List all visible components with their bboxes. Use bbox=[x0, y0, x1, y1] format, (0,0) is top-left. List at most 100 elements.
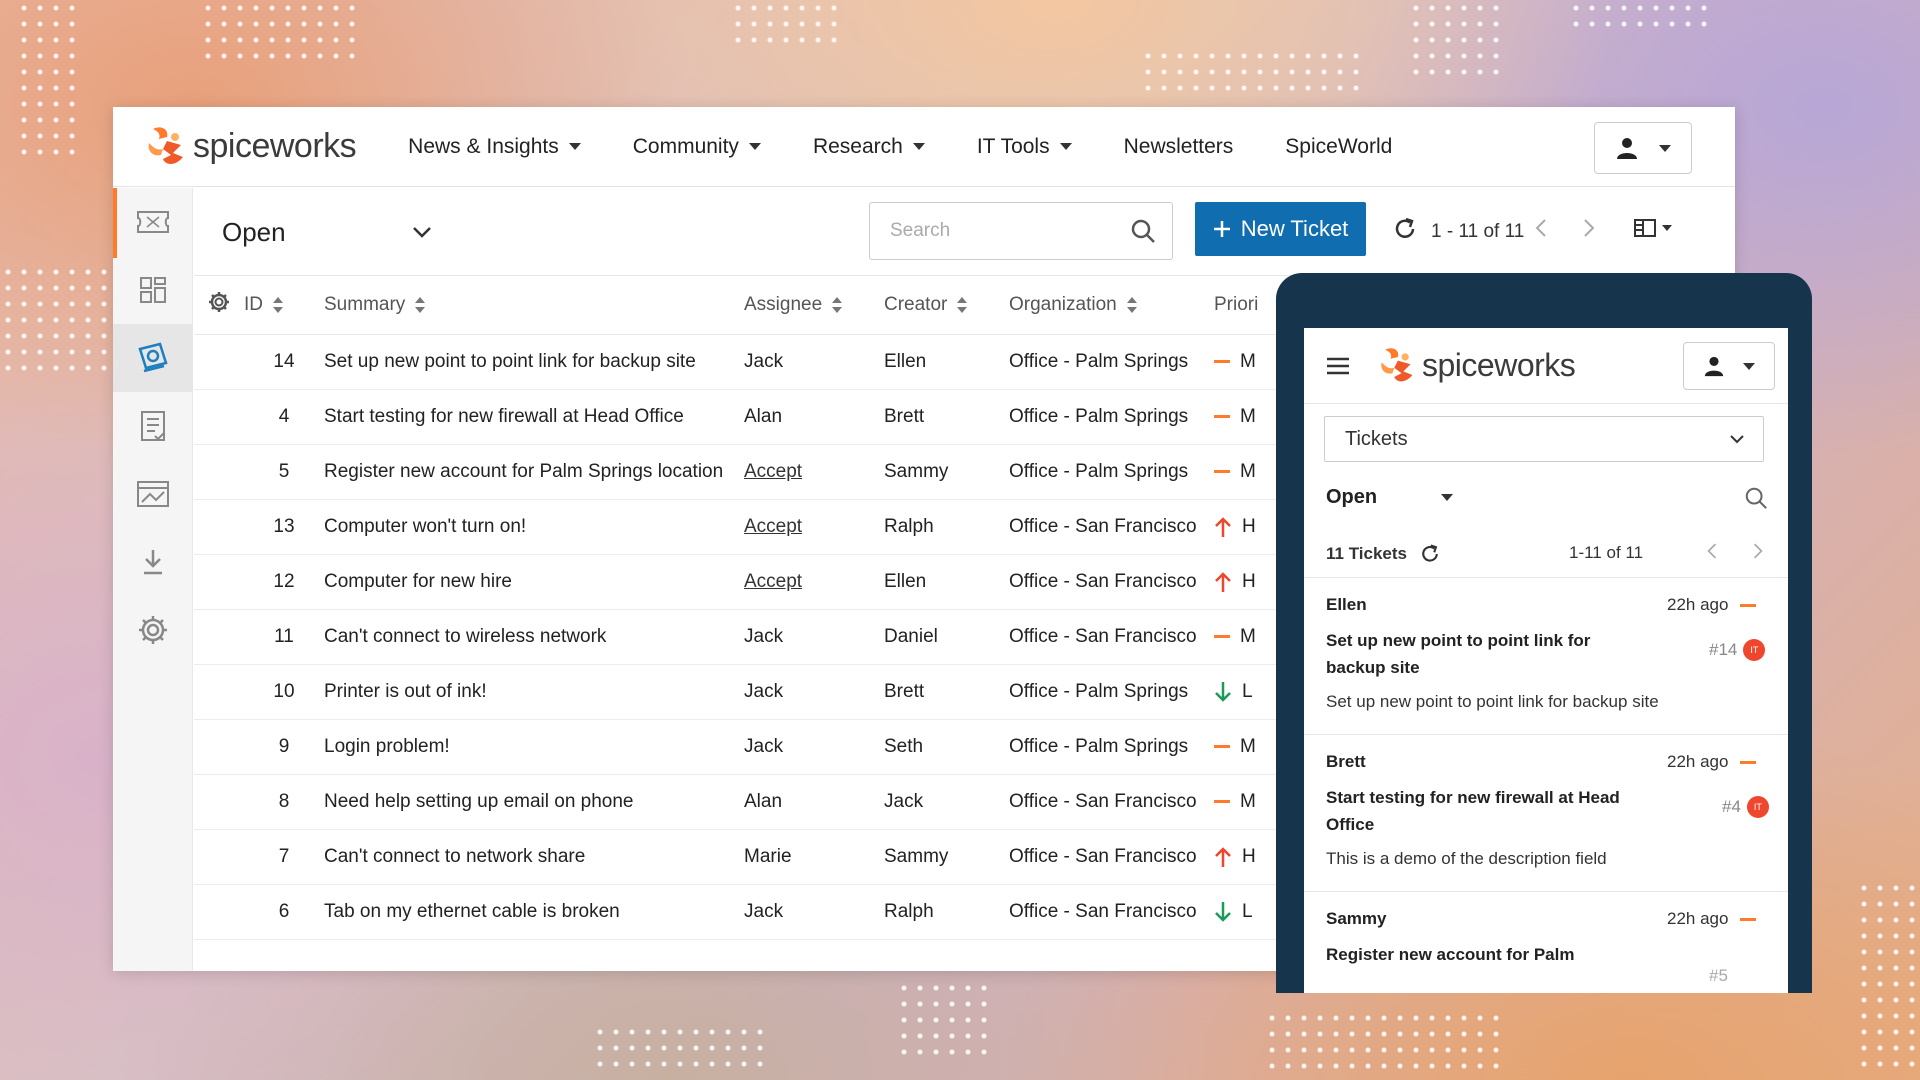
nav-research[interactable]: Research bbox=[813, 135, 925, 159]
sidebar-item-help-desk[interactable] bbox=[113, 324, 193, 392]
ticket-age-label: 22h ago bbox=[1667, 595, 1729, 614]
dot-pattern-top-center bbox=[200, 0, 360, 64]
ticket-summary[interactable]: Register new account for Palm Springs lo… bbox=[324, 444, 744, 500]
search-icon[interactable] bbox=[1744, 486, 1768, 510]
mobile-section-select[interactable]: Tickets bbox=[1324, 416, 1764, 462]
dot-pattern-bottom-right bbox=[1264, 1010, 1504, 1074]
refresh-icon[interactable] bbox=[1392, 216, 1418, 242]
user-menu-button[interactable] bbox=[1594, 122, 1692, 174]
ticket-organization: Office - Palm Springs bbox=[1009, 719, 1214, 775]
mobile-ticket-card[interactable]: Ellen 22h ago Set up new point to point … bbox=[1304, 579, 1788, 735]
row-spacer bbox=[194, 389, 244, 445]
priority-low-icon bbox=[1215, 901, 1231, 922]
gear-icon[interactable] bbox=[208, 291, 230, 313]
sort-icon bbox=[1126, 296, 1137, 313]
search-icon[interactable] bbox=[1130, 218, 1156, 244]
priority-letter: M bbox=[1240, 625, 1256, 647]
chevron-left-icon[interactable] bbox=[1534, 218, 1548, 238]
ticket-summary[interactable]: Computer won't turn on! bbox=[324, 499, 744, 555]
sidebar-item-settings[interactable] bbox=[113, 596, 193, 664]
priority-letter: M bbox=[1240, 460, 1256, 482]
ticket-summary[interactable]: Need help setting up email on phone bbox=[324, 774, 744, 830]
ticket-creator: Ralph bbox=[884, 884, 1009, 940]
ticket-organization: Office - Palm Springs bbox=[1009, 389, 1214, 445]
ticket-creator: Ellen bbox=[884, 334, 1009, 390]
mobile-ticket-card[interactable]: Sammy 22h ago Register new account for P… bbox=[1304, 893, 1788, 993]
mobile-logo-text: spiceworks bbox=[1422, 347, 1576, 383]
ticket-summary[interactable]: Start testing for new firewall at Head O… bbox=[324, 389, 744, 445]
ticket-assignee: Jack bbox=[744, 884, 884, 940]
row-spacer bbox=[194, 664, 244, 720]
accept-link[interactable]: Accept bbox=[744, 571, 802, 592]
ticket-summary[interactable]: Login problem! bbox=[324, 719, 744, 775]
ticket-summary[interactable]: Can't connect to wireless network bbox=[324, 609, 744, 665]
sort-icon bbox=[957, 296, 968, 313]
ticket-age-label: 22h ago bbox=[1667, 909, 1729, 928]
ticket-id: 6 bbox=[244, 884, 324, 940]
ticket-assignee[interactable]: Accept bbox=[744, 499, 884, 555]
ticket-summary[interactable]: Printer is out of ink! bbox=[324, 664, 744, 720]
mobile-user-menu-button[interactable] bbox=[1683, 342, 1775, 390]
chevron-right-icon[interactable] bbox=[1752, 542, 1764, 560]
ticket-summary[interactable]: Computer for new hire bbox=[324, 554, 744, 610]
search-input[interactable] bbox=[890, 220, 1110, 242]
sidebar-item-reports[interactable] bbox=[113, 392, 193, 460]
ticket-title: Register new account for Palm bbox=[1326, 945, 1575, 964]
sidebar-item-downloads[interactable] bbox=[113, 528, 193, 596]
ticket-creator: Seth bbox=[884, 719, 1009, 775]
nav-news-insights[interactable]: News & Insights bbox=[408, 135, 581, 159]
mobile-pager-text: 1-11 of 11 bbox=[1569, 543, 1644, 562]
chevron-right-icon[interactable] bbox=[1582, 218, 1596, 238]
spiceworks-logo[interactable]: spiceworks bbox=[145, 123, 357, 171]
ticket-id: 11 bbox=[244, 609, 324, 665]
column-settings-cell bbox=[194, 276, 244, 335]
column-header-id[interactable]: ID bbox=[244, 276, 324, 335]
chevron-left-icon[interactable] bbox=[1706, 542, 1718, 560]
nav-it-tools[interactable]: IT Tools bbox=[977, 135, 1072, 159]
refresh-icon[interactable] bbox=[1419, 543, 1441, 565]
ticket-assignee: Jack bbox=[744, 334, 884, 390]
ticket-title: Set up new point to point link for backu… bbox=[1326, 631, 1591, 677]
accept-link[interactable]: Accept bbox=[744, 516, 802, 537]
ticket-summary[interactable]: Tab on my ethernet cable is broken bbox=[324, 884, 744, 940]
mobile-spiceworks-logo[interactable]: spiceworks bbox=[1378, 344, 1576, 388]
chevron-down-icon bbox=[1730, 435, 1744, 444]
ticket-summary[interactable]: Set up new point to point link for backu… bbox=[324, 334, 744, 390]
sidebar-item-tickets[interactable] bbox=[113, 188, 193, 256]
column-header-organization[interactable]: Organization bbox=[1009, 276, 1214, 335]
top-navigation: spiceworks News & Insights Community Res… bbox=[113, 107, 1735, 187]
ticket-number: #4 IT bbox=[1722, 796, 1769, 818]
search-box[interactable] bbox=[869, 202, 1173, 260]
priority-medium-icon bbox=[1740, 917, 1757, 921]
column-header-creator[interactable]: Creator bbox=[884, 276, 1009, 335]
inventory-icon bbox=[137, 481, 169, 507]
column-header-summary-label: Summary bbox=[324, 293, 406, 315]
nav-community[interactable]: Community bbox=[633, 135, 761, 159]
plus-icon bbox=[1213, 221, 1230, 237]
accept-link[interactable]: Accept bbox=[744, 461, 802, 482]
mobile-view-label: Open bbox=[1326, 486, 1378, 508]
assignee-name: Jack bbox=[744, 680, 784, 702]
row-spacer bbox=[194, 774, 244, 830]
mobile-view-select[interactable]: Open bbox=[1326, 486, 1454, 509]
new-ticket-button[interactable]: New Ticket bbox=[1195, 202, 1366, 256]
caret-down-icon bbox=[912, 143, 925, 150]
nav-newsletters[interactable]: Newsletters bbox=[1124, 135, 1234, 159]
ticket-summary[interactable]: Can't connect to network share bbox=[324, 829, 744, 885]
ticket-assignee[interactable]: Accept bbox=[744, 554, 884, 610]
column-toggle-button[interactable] bbox=[1633, 218, 1672, 238]
priority-low-icon bbox=[1215, 681, 1231, 702]
nav-spiceworld[interactable]: SpiceWorld bbox=[1285, 135, 1392, 159]
menu-icon[interactable] bbox=[1326, 356, 1350, 376]
mobile-ticket-count-label: 11 Tickets bbox=[1326, 544, 1407, 563]
priority-letter: M bbox=[1240, 790, 1256, 812]
sidebar-item-inventory[interactable] bbox=[113, 460, 193, 528]
mobile-device-frame: spiceworks Tickets Open 11 Tickets 1-11 … bbox=[1276, 273, 1812, 993]
view-select[interactable]: Open bbox=[222, 212, 432, 252]
ticket-assignee[interactable]: Accept bbox=[744, 444, 884, 500]
column-header-assignee[interactable]: Assignee bbox=[744, 276, 884, 335]
column-header-summary[interactable]: Summary bbox=[324, 276, 744, 335]
dot-pattern-top-right bbox=[1140, 48, 1364, 96]
sidebar-item-dashboard[interactable] bbox=[113, 256, 193, 324]
mobile-ticket-card[interactable]: Brett 22h ago Start testing for new fire… bbox=[1304, 736, 1788, 892]
